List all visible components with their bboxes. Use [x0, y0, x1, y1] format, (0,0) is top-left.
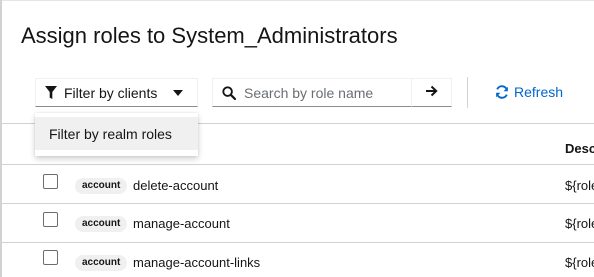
toolbar-divider — [467, 77, 468, 108]
client-badge: account — [75, 216, 128, 232]
role-description: ${role — [565, 216, 594, 231]
client-badge: account — [75, 178, 128, 194]
refresh-label: Refresh — [514, 84, 564, 100]
menu-item-label: Filter by realm roles — [49, 125, 172, 142]
modal-title: Assign roles to System_Administrators — [21, 23, 398, 48]
menu-item-filter-by-realm-roles[interactable]: Filter by realm roles — [35, 117, 198, 150]
filter-icon — [45, 85, 57, 100]
client-badge: account — [75, 255, 128, 271]
filter-dropdown-menu: Filter by realm roles — [35, 113, 198, 156]
role-search-input[interactable] — [244, 84, 404, 101]
table-row: account delete-account ${role — [0, 165, 594, 203]
table-row: account manage-account-links ${role — [0, 243, 594, 277]
role-name: delete-account — [133, 178, 219, 193]
refresh-button[interactable]: Refresh — [495, 84, 563, 100]
role-name: manage-account-links — [133, 255, 261, 270]
search-icon — [222, 85, 236, 100]
filter-dropdown-label: Filter by clients — [64, 84, 158, 101]
caret-down-icon — [173, 90, 183, 96]
filter-dropdown-toggle[interactable]: Filter by clients — [35, 78, 198, 107]
role-search-box[interactable] — [212, 78, 412, 107]
column-header-description: Desc — [565, 141, 594, 156]
role-name: manage-account — [133, 216, 230, 231]
table-row: account manage-account ${role — [0, 204, 594, 242]
role-description: ${role — [565, 255, 594, 270]
row-select-checkbox[interactable] — [43, 250, 58, 265]
assign-roles-modal: Assign roles to System_Administrators Fi… — [0, 0, 594, 277]
search-submit-button[interactable] — [411, 78, 452, 107]
row-select-checkbox[interactable] — [43, 212, 58, 227]
sync-icon — [495, 85, 509, 99]
role-description: ${role — [565, 178, 594, 193]
row-select-checkbox[interactable] — [43, 174, 58, 189]
modal-top-edge — [0, 0, 594, 1]
arrow-right-icon — [425, 84, 438, 102]
